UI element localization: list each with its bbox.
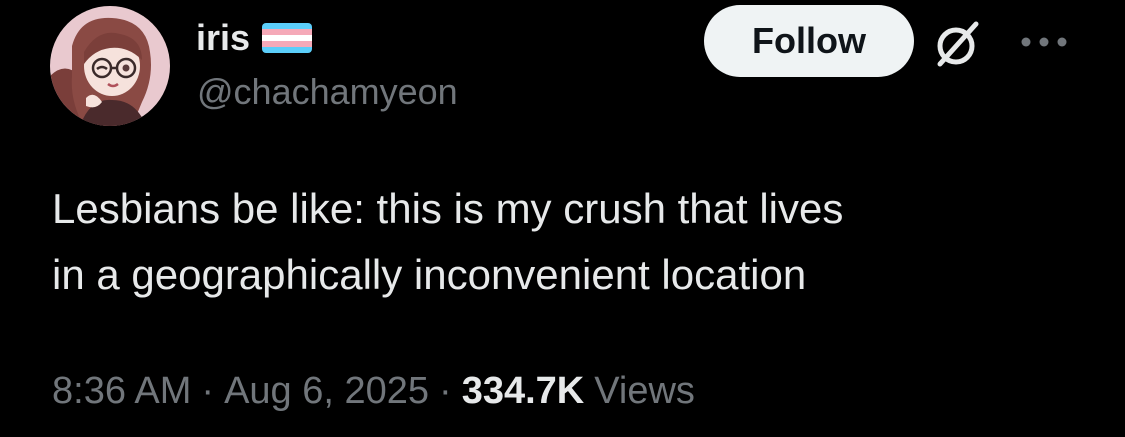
tweet-time[interactable]: 8:36 AM [52,370,191,413]
follow-button[interactable]: Follow [704,5,914,77]
transgender-flag-icon [262,23,313,53]
tweet-meta: 8:36 AM · Aug 6, 2025 · 334.7K Views [52,366,695,416]
grok-icon[interactable] [932,18,984,70]
meta-separator: · [201,369,215,412]
tweet-container: iris @chachamyeon Follow Lesbians be lik… [0,0,1125,437]
user-handle[interactable]: @chachamyeon [197,74,458,110]
tweet-text: Lesbians be like: this is my crush that … [52,185,844,298]
views-count[interactable]: 334.7K [462,370,585,413]
views-label: Views [594,369,695,412]
display-name-row: iris [196,14,313,62]
tweet-date[interactable]: Aug 6, 2025 [224,370,429,413]
anime-avatar-icon[interactable] [50,6,170,126]
meta-separator: · [439,369,452,412]
more-options-icon[interactable] [1018,32,1070,52]
display-name[interactable]: iris [196,20,250,56]
